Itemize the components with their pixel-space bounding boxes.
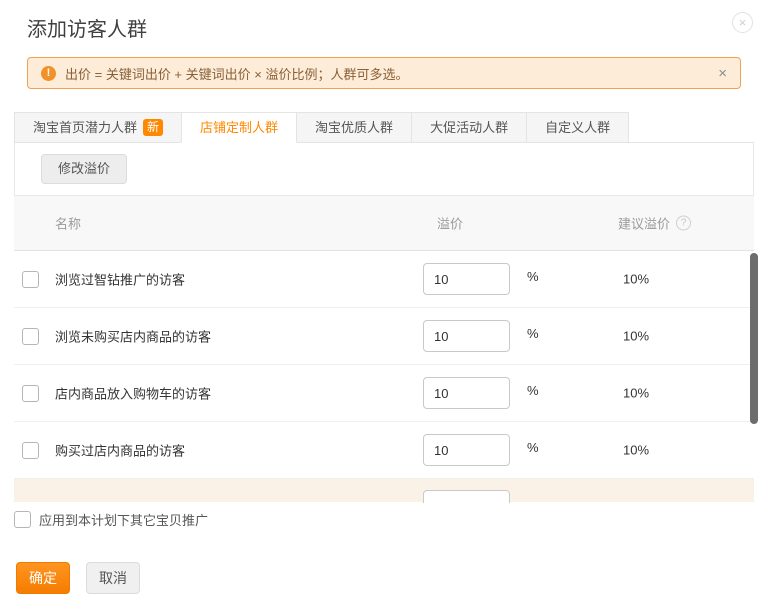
column-header-suggested-label: 建议溢价 <box>618 214 670 233</box>
audience-tabbar: 淘宝首页潜力人群 新 店铺定制人群 淘宝优质人群 大促活动人群 自定义人群 <box>14 112 754 143</box>
cancel-button[interactable]: 取消 <box>86 562 140 594</box>
help-icon[interactable]: ? <box>676 216 691 231</box>
apply-checkbox-label: 应用到本计划下其它宝贝推广 <box>39 510 208 529</box>
row-checkbox[interactable] <box>22 271 39 288</box>
table-row: 购买过店内商品的访客 % 10% <box>14 422 754 479</box>
warning-icon: ! <box>41 66 56 81</box>
audience-name: 购买过店内商品的访客 <box>55 441 185 460</box>
apply-to-plan-row: 应用到本计划下其它宝贝推广 <box>14 510 208 529</box>
column-header-suggested: 建议溢价 ? <box>618 214 691 233</box>
table-row: 浏览未购买店内商品的访客 % 10% <box>14 308 754 365</box>
page-title: 添加访客人群 <box>27 13 147 42</box>
table-header: 名称 溢价 建议溢价 ? <box>14 196 754 251</box>
premium-input[interactable] <box>423 263 510 295</box>
percent-unit: % <box>527 269 539 284</box>
audience-name: 店内商品放入购物车的访客 <box>55 384 211 403</box>
premium-input[interactable] <box>423 434 510 466</box>
tab-promo-event-audience[interactable]: 大促活动人群 <box>411 112 527 143</box>
premium-input[interactable] <box>423 320 510 352</box>
audience-name: 浏览未购买店内商品的访客 <box>55 327 211 346</box>
percent-unit: % <box>527 326 539 341</box>
apply-checkbox[interactable] <box>14 511 31 528</box>
tab-label: 淘宝优质人群 <box>315 113 393 142</box>
dialog-close-icon[interactable]: × <box>732 12 753 33</box>
table-row: 浏览过智钻推广的访客 % 10% <box>14 251 754 308</box>
row-checkbox[interactable] <box>22 385 39 402</box>
tab-label: 店铺定制人群 <box>200 113 278 142</box>
suggested-premium: 10% <box>623 272 649 287</box>
audience-table-body: 浏览过智钻推广的访客 % 10% 浏览未购买店内商品的访客 % 10% 店内商品… <box>14 251 754 503</box>
premium-input[interactable] <box>423 377 510 409</box>
bid-formula-alert: ! 出价 = 关键词出价 + 关键词出价 × 溢价比例；人群可多选。 × <box>27 57 741 89</box>
suggested-premium: 10% <box>623 386 649 401</box>
tab-label: 大促活动人群 <box>430 113 508 142</box>
alert-text: 出价 = 关键词出价 + 关键词出价 × 溢价比例；人群可多选。 <box>65 64 709 83</box>
suggested-premium: 10% <box>623 329 649 344</box>
footer-actions: 确定 取消 <box>16 562 140 594</box>
modify-premium-button[interactable]: 修改溢价 <box>41 154 127 184</box>
tab-taobao-quality-audience[interactable]: 淘宝优质人群 <box>296 112 412 143</box>
tab-taobao-homepage-potential[interactable]: 淘宝首页潜力人群 新 <box>14 112 182 143</box>
alert-close-icon[interactable]: × <box>718 66 727 81</box>
suggested-premium: 10% <box>623 443 649 458</box>
tab-label: 自定义人群 <box>545 113 610 142</box>
premium-input[interactable] <box>423 490 510 503</box>
table-row-partial <box>14 479 754 502</box>
column-header-name: 名称 <box>55 214 81 233</box>
add-visitor-audience-dialog: { "dialog": { "title": "添加访客人群" }, "icon… <box>0 0 768 611</box>
new-badge: 新 <box>143 119 163 136</box>
row-checkbox[interactable] <box>22 328 39 345</box>
percent-unit: % <box>527 383 539 398</box>
percent-unit: % <box>527 440 539 455</box>
tab-content-panel: 修改溢价 <box>14 143 754 196</box>
vertical-scrollbar-thumb[interactable] <box>750 253 758 424</box>
confirm-button[interactable]: 确定 <box>16 562 70 594</box>
row-checkbox[interactable] <box>22 442 39 459</box>
audience-name: 浏览过智钻推广的访客 <box>55 270 185 289</box>
table-row: 店内商品放入购物车的访客 % 10% <box>14 365 754 422</box>
tab-label: 淘宝首页潜力人群 <box>33 113 137 142</box>
tab-custom-audience[interactable]: 自定义人群 <box>526 112 629 143</box>
tab-shop-custom-audience[interactable]: 店铺定制人群 <box>181 112 297 143</box>
column-header-premium: 溢价 <box>437 214 463 233</box>
